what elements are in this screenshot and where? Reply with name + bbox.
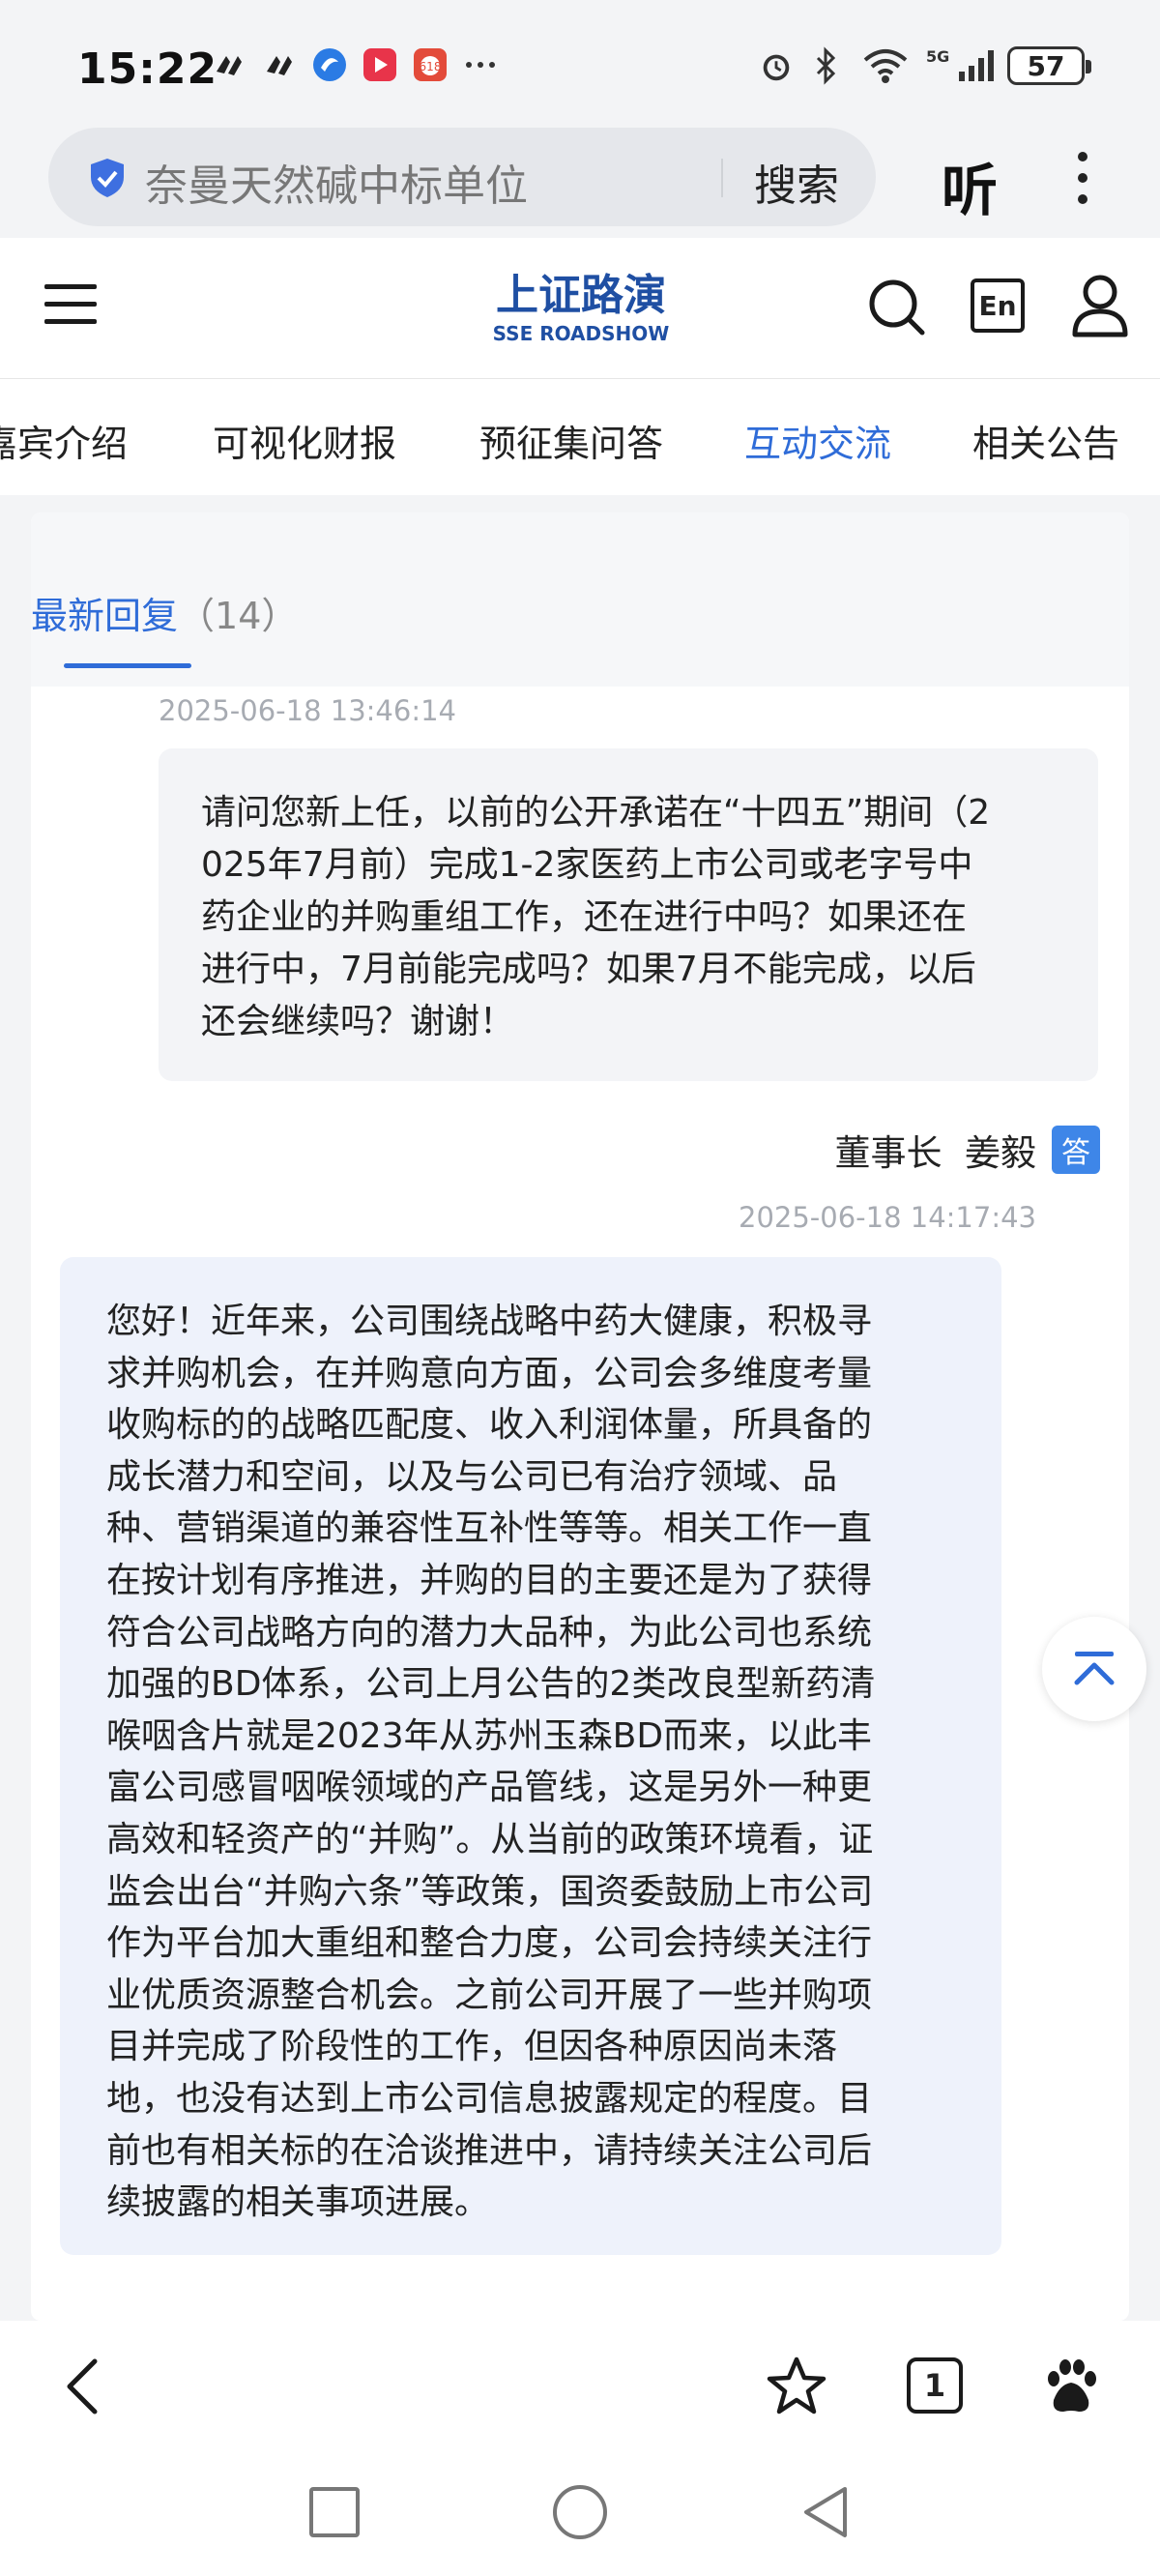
shield-icon <box>91 159 124 197</box>
tabs-count-button[interactable]: 1 <box>907 2357 963 2414</box>
answer-badge: 答 <box>1052 1126 1100 1174</box>
svg-text:5G: 5G <box>926 47 949 66</box>
status-time: 15:22 <box>77 44 218 94</box>
app-notification-icon <box>211 46 247 83</box>
search-icon[interactable] <box>866 277 928 338</box>
star-icon[interactable] <box>766 2356 827 2417</box>
listen-button[interactable]: 听 <box>942 145 998 226</box>
home-button[interactable] <box>553 2485 607 2539</box>
user-icon[interactable] <box>1069 273 1131 338</box>
more-vertical-icon[interactable] <box>1063 149 1102 207</box>
video-app-icon <box>362 46 398 83</box>
more-notifications-icon <box>462 46 499 83</box>
answer-line: 目并完成了阶段性的工作，但因各种原因尚未落 <box>106 2027 838 2067</box>
answerer-row: 董事长 姜毅 答 <box>31 1124 1129 1182</box>
language-toggle-button[interactable]: En <box>971 278 1025 333</box>
scroll-to-top-button[interactable] <box>1042 1617 1146 1721</box>
answer-line: 加强的BD体系，公司上月公告的2类改良型新药清 <box>106 1664 876 1705</box>
question-line: 025年7月前）完成1-2家医药上市公司或老字号中 <box>201 845 973 885</box>
system-status-icons: 5G 57 <box>758 46 1091 85</box>
svg-text:上证路演: 上证路演 <box>496 271 666 320</box>
browser-address-bar: 奈曼天然碱中标单位 搜索 听 <box>0 126 1160 232</box>
browser-bottom-toolbar: 1 <box>0 2321 1160 2446</box>
answer-timestamp: 2025-06-18 14:17:43 <box>739 1201 1036 1234</box>
baidu-paw-icon[interactable] <box>1040 2356 1102 2417</box>
tab-interactive-exchange[interactable]: 互动交流 <box>744 414 891 467</box>
browser-app-icon <box>311 46 348 83</box>
answer-line: 收购标的的战略匹配度、收入利润体量，所具备的 <box>106 1405 873 1446</box>
menu-icon[interactable] <box>43 277 99 333</box>
search-button[interactable]: 搜索 <box>754 151 839 213</box>
shopping-app-icon: 618 <box>412 46 449 83</box>
answer-line: 作为平台加大重组和整合力度，公司会持续关注行 <box>106 1923 873 1964</box>
tab-related-announcements[interactable]: 相关公告 <box>972 414 1119 467</box>
tab-pre-collected-qa[interactable]: 预征集问答 <box>479 414 663 467</box>
question-timestamp: 2025-06-18 13:46:14 <box>159 694 456 727</box>
recent-apps-button[interactable] <box>309 2487 360 2537</box>
answer-line: 续披露的相关事项进展。 <box>106 2182 490 2223</box>
back-arrow-icon[interactable] <box>60 2356 106 2417</box>
site-header: 上证路演 SSE ROADSHOW En <box>0 238 1160 379</box>
answer-line: 在按计划有序推进，并购的目的主要还是为了获得 <box>106 1560 873 1600</box>
answer-line: 富公司感冒咽喉领域的产品管线，这是另外一种更 <box>106 1768 873 1808</box>
notification-icons: 618 <box>211 46 499 83</box>
svg-text:SSE ROADSHOW: SSE ROADSHOW <box>493 322 670 345</box>
answer-bubble: 您好！近年来，公司围绕战略中药大健康，积极寻 求并购机会，在并购意向方面，公司会… <box>60 1257 1001 2255</box>
chevron-up-icon <box>1074 1652 1115 1685</box>
answer-line: 前也有相关标的在洽谈推进中，请持续关注公司后 <box>106 2130 873 2171</box>
alarm-icon <box>758 47 795 84</box>
cellular-signal-icon: 5G <box>926 47 994 84</box>
divider <box>721 159 723 197</box>
status-bar: 15:22 618 5G 57 <box>0 0 1160 132</box>
question-line: 药企业的并购重组工作，还在进行中吗？如果还在 <box>201 897 968 937</box>
active-section-underline <box>64 663 191 668</box>
answerer-name: 董事长 姜毅 <box>834 1132 1036 1174</box>
answer-line: 业优质资源整合机会。之前公司开展了一些并购项 <box>106 1975 873 2015</box>
back-button[interactable] <box>798 2485 853 2539</box>
section-title[interactable]: 最新回复（14） <box>31 586 298 639</box>
section-header: 最新回复（14） <box>31 512 1129 687</box>
answer-line: 高效和轻资产的“并购”。从当前的政策环境看，证 <box>106 1819 874 1859</box>
bluetooth-icon <box>808 46 845 85</box>
tab-visual-financials[interactable]: 可视化财报 <box>213 414 396 467</box>
reply-count: （14） <box>178 595 299 637</box>
svg-text:618: 618 <box>420 60 442 73</box>
answer-line: 成长潜力和空间，以及与公司已有治疗领域、品 <box>106 1456 838 1497</box>
answer-line: 符合公司战略方向的潜力大品种，为此公司也系统 <box>106 1612 873 1653</box>
app-notification-icon <box>261 46 298 83</box>
section-title-text: 最新回复 <box>31 595 179 637</box>
answer-line: 种、营销渠道的兼容性互补性等等。相关工作一直 <box>106 1508 873 1549</box>
answer-line: 地，也没有达到上市公司信息披露规定的程度。目 <box>106 2078 873 2119</box>
question-line: 请问您新上任，以前的公开承诺在“十四五”期间（2 <box>201 793 991 833</box>
answer-line: 监会出台“并购六条”等政策，国资委鼓励上市公司 <box>106 1871 874 1912</box>
answer-line: 您好！近年来，公司围绕战略中药大健康，积极寻 <box>106 1302 873 1341</box>
system-navigation-bar <box>0 2446 1160 2576</box>
battery-indicator: 57 <box>1007 46 1091 85</box>
answer-line: 求并购机会，在并购意向方面，公司会多维度考量 <box>106 1353 873 1393</box>
tab-guest-intro[interactable]: 嘉宾介绍 <box>0 414 128 467</box>
qa-card: 最新回复（14） 2025-06-18 13:46:14 请问您新上任，以前的公… <box>31 512 1129 2321</box>
search-query-text: 奈曼天然碱中标单位 <box>145 161 528 211</box>
search-input[interactable]: 奈曼天然碱中标单位 搜索 <box>48 128 876 226</box>
answer-line: 喉咽含片就是2023年从苏州玉森BD而来，以此丰 <box>106 1715 873 1756</box>
tab-bar: 嘉宾介绍 可视化财报 预征集问答 互动交流 相关公告 <box>0 379 1160 495</box>
question-line: 还会继续吗？谢谢！ <box>201 1002 515 1041</box>
sse-roadshow-logo[interactable]: 上证路演 SSE ROADSHOW <box>470 265 692 348</box>
question-bubble: 请问您新上任，以前的公开承诺在“十四五”期间（2 025年7月前）完成1-2家医… <box>159 748 1098 1081</box>
wifi-icon <box>858 47 913 84</box>
question-line: 进行中，7月前能完成吗？如果7月不能完成，以后 <box>201 950 976 989</box>
